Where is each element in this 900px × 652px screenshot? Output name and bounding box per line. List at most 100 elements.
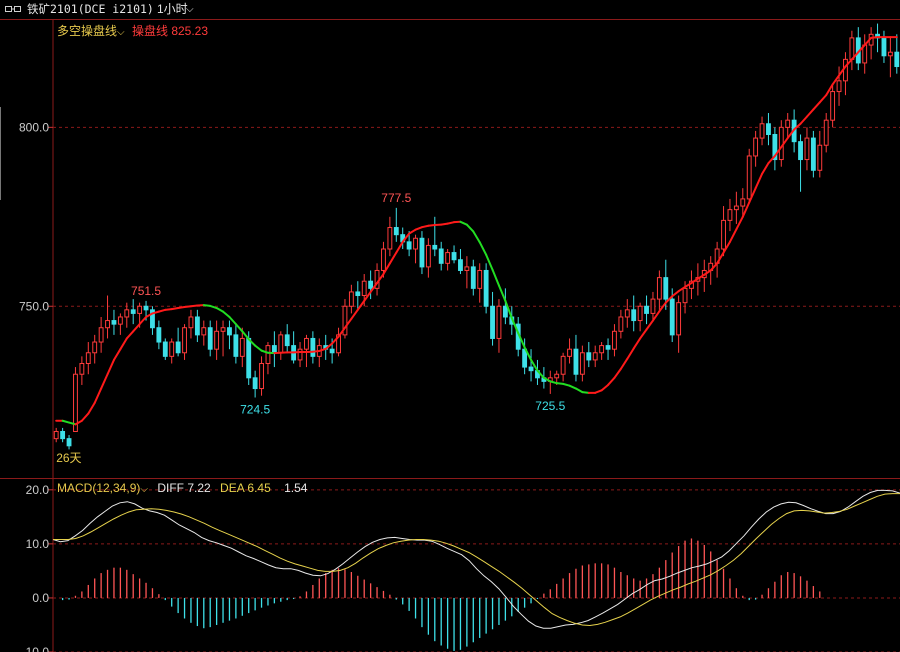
candle-body: [92, 341, 98, 354]
trend-line-segment: [735, 215, 744, 231]
candle-body: [156, 327, 162, 343]
candle-body: [438, 248, 444, 264]
candle-body: [483, 269, 489, 307]
candle-body: [393, 227, 399, 236]
candle-body: [284, 334, 290, 347]
candle-body: [502, 305, 508, 318]
candle-body: [304, 337, 309, 350]
candle-body: [271, 345, 277, 354]
trend-line-segment: [491, 268, 500, 287]
candle-body: [124, 309, 130, 318]
candle-body: [278, 334, 284, 354]
candle-body: [233, 334, 239, 357]
candle-body: [387, 227, 393, 250]
candle-body: [458, 259, 463, 271]
chevron-down-icon[interactable]: ⌵: [186, 0, 194, 19]
macd-dropdown-icon[interactable]: ⌵: [140, 484, 148, 495]
candle-body: [53, 430, 59, 440]
candle-body: [554, 373, 560, 379]
candle-body: [419, 237, 425, 268]
candle-body: [105, 320, 110, 329]
candle-body: [130, 309, 136, 314]
trend-line-segment: [119, 337, 128, 351]
candle-body: [310, 337, 316, 357]
price-annotation: 725.5: [535, 399, 565, 413]
candle-body: [656, 277, 662, 300]
candle-body: [348, 291, 354, 307]
instrument-title: 铁矿2101(DCE i2101): [27, 2, 154, 16]
candle-body: [182, 327, 187, 354]
macd-tick-label: -10.0: [22, 645, 50, 652]
candle-body: [573, 348, 579, 375]
period-selector[interactable]: 1小时: [157, 0, 188, 19]
trend-line-segment: [138, 315, 148, 326]
candle-body: [355, 291, 361, 297]
candle-body: [297, 348, 303, 361]
candle-body: [137, 305, 143, 314]
candle-body: [823, 119, 829, 146]
candle-body: [451, 252, 457, 261]
candle-body: [66, 438, 72, 447]
trend-line-segment: [93, 387, 103, 404]
macd-tick-label: 10.0: [26, 537, 50, 551]
trend-line-segment: [574, 387, 584, 394]
candle-body: [733, 205, 739, 211]
candle-body: [746, 155, 752, 200]
trend-line-segment: [100, 373, 109, 390]
dea-line: [53, 493, 900, 627]
macd-name[interactable]: MACD(12,34,9): [57, 481, 140, 495]
trend-line-segment: [350, 308, 359, 320]
diff-value: 7.22: [187, 481, 211, 495]
chart-canvas: 800.0 750.0 20.0 10.0 0.0 -10.0 751.5 724.5 777.…: [0, 20, 900, 652]
candle-body: [246, 337, 252, 379]
trend-line-segment: [222, 310, 231, 318]
trend-line-segment: [639, 328, 648, 340]
macd-tick-label: 20.0: [26, 483, 50, 497]
candle-body: [490, 305, 495, 339]
candle-body: [85, 352, 91, 364]
candle-body: [804, 137, 810, 161]
candle-body: [881, 37, 887, 57]
trend-line-segment: [356, 299, 366, 311]
trend-line-segment: [761, 162, 770, 175]
price-tick-label: 750.0: [19, 299, 49, 313]
indicator-name[interactable]: 多空操盘线: [57, 24, 117, 38]
candle-body: [111, 320, 117, 325]
trend-line-segment: [497, 284, 507, 302]
trend-line-segment: [728, 228, 738, 243]
trend-line-segment: [818, 94, 828, 104]
trend-line-label: 操盘线: [131, 24, 168, 38]
candle-body: [785, 119, 791, 128]
indicator-dropdown-icon[interactable]: ⌵: [117, 27, 125, 38]
dea-value: 6.45: [247, 481, 271, 495]
trend-line-segment: [215, 307, 225, 313]
diff-label: DIFF: [157, 481, 184, 495]
candle-body: [406, 241, 412, 250]
candle-body: [624, 309, 630, 318]
candle-body: [810, 137, 816, 171]
candle-body: [663, 277, 669, 300]
candle-body: [612, 330, 617, 350]
candle-body: [766, 123, 771, 135]
candle-body: [259, 363, 264, 390]
window-toggle-icon[interactable]: [5, 5, 22, 14]
trend-line-segment: [465, 223, 475, 233]
candle-body: [567, 348, 572, 357]
candle-body: [528, 366, 534, 372]
candle-body: [605, 345, 611, 350]
trend-line-segment: [254, 344, 263, 352]
candle-body: [849, 37, 855, 60]
trend-line-segment: [228, 315, 237, 326]
trend-line-segment: [619, 357, 629, 370]
candle-body: [470, 266, 476, 289]
candle-body: [759, 123, 765, 139]
price-annotation: 751.5: [131, 284, 161, 298]
candle-body: [817, 144, 823, 171]
candle-body: [188, 316, 194, 329]
candle-body: [727, 209, 733, 221]
candle-body: [214, 330, 220, 350]
trend-line-segment: [568, 384, 577, 390]
trend-line-segment: [754, 172, 764, 190]
trend-line-value: 825.23: [171, 24, 209, 38]
trend-line-segment: [125, 330, 135, 340]
